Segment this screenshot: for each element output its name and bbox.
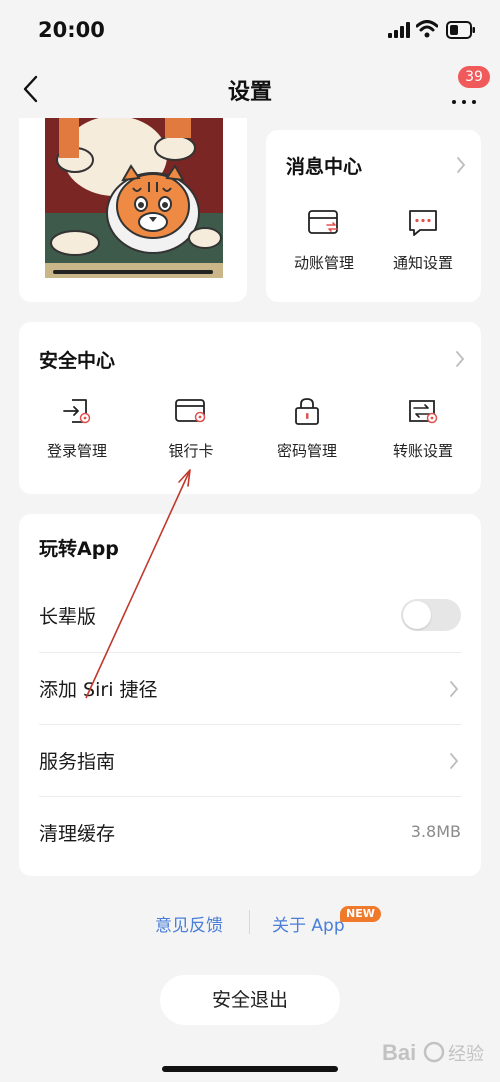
new-badge: NEW — [340, 906, 381, 922]
chat-bubble-icon — [409, 210, 437, 236]
status-time: 20:00 — [38, 18, 105, 42]
tool-label: 密码管理 — [276, 442, 337, 460]
card-transfer-icon — [308, 210, 338, 234]
tool-label: 银行卡 — [168, 442, 214, 460]
play-app-card: 玩转App 长辈版 添加 Siri 捷径 服务指南 清理缓存 3.8MB — [19, 514, 481, 876]
service-guide-row[interactable]: 服务指南 — [39, 724, 461, 796]
security-center-card: 安全中心 登录管理 银行卡 密码管理 转账设置 — [19, 322, 481, 494]
baidu-jingyan-watermark: Bai 经验 — [382, 1040, 484, 1065]
elder-mode-toggle[interactable] — [401, 599, 461, 631]
notification-count-badge: 39 — [458, 66, 490, 88]
password-management-button[interactable]: 密码管理 — [262, 396, 352, 461]
siri-shortcut-row[interactable]: 添加 Siri 捷径 — [39, 652, 461, 724]
home-indicator — [162, 1066, 338, 1072]
svg-text:经验: 经验 — [448, 1044, 484, 1065]
row-label: 长辈版 — [39, 606, 97, 628]
play-app-title: 玩转App — [39, 538, 119, 560]
svg-text:Bai: Bai — [382, 1040, 416, 1065]
tool-label: 通知设置 — [392, 254, 453, 272]
cellular-signal-icon — [388, 22, 410, 38]
row-label: 清理缓存 — [39, 823, 116, 845]
nav-bar: 设置 — [0, 62, 500, 118]
transfer-settings-button[interactable]: 转账设置 — [378, 396, 468, 461]
notification-settings-button[interactable]: 通知设置 — [378, 208, 468, 273]
tool-label: 登录管理 — [46, 442, 107, 460]
link-divider — [249, 910, 250, 934]
tool-label: 动账管理 — [293, 254, 354, 272]
status-bar: 20:00 — [0, 0, 500, 62]
lock-icon — [295, 398, 319, 425]
bank-card-button[interactable]: 银行卡 — [146, 396, 236, 461]
login-icon — [63, 399, 91, 424]
account-alert-button[interactable]: 动账管理 — [279, 208, 369, 273]
transfer-icon — [409, 400, 438, 424]
cache-size-value: 3.8MB — [410, 822, 461, 841]
chevron-right-icon — [450, 753, 459, 769]
security-center-title: 安全中心 — [39, 350, 116, 372]
chevron-right-icon — [450, 681, 459, 697]
toggle-knob — [403, 601, 431, 629]
message-center-title: 消息中心 — [286, 156, 363, 178]
chevron-right-icon[interactable] — [455, 350, 465, 368]
row-label: 服务指南 — [39, 751, 116, 773]
promo-banner-card[interactable] — [19, 118, 247, 302]
logout-button[interactable]: 安全退出 — [160, 975, 340, 1025]
clear-cache-row[interactable]: 清理缓存 3.8MB — [39, 796, 461, 868]
login-management-button[interactable]: 登录管理 — [32, 396, 122, 461]
elder-mode-row[interactable]: 长辈版 — [39, 580, 461, 652]
banner-page-indicator — [53, 270, 213, 274]
page-title: 设置 — [227, 80, 272, 105]
tiger-illustration — [45, 118, 223, 278]
battery-icon — [446, 21, 475, 39]
message-center-card: 消息中心 动账管理 通知设置 — [266, 130, 481, 302]
about-app-link[interactable]: 关于 App — [272, 911, 345, 936]
bank-card-icon — [175, 399, 206, 423]
chevron-right-icon[interactable] — [456, 156, 466, 174]
wifi-icon — [416, 20, 438, 38]
feedback-link[interactable]: 意见反馈 — [155, 911, 223, 936]
row-label: 添加 Siri 捷径 — [39, 679, 158, 701]
tool-label: 转账设置 — [392, 442, 453, 460]
